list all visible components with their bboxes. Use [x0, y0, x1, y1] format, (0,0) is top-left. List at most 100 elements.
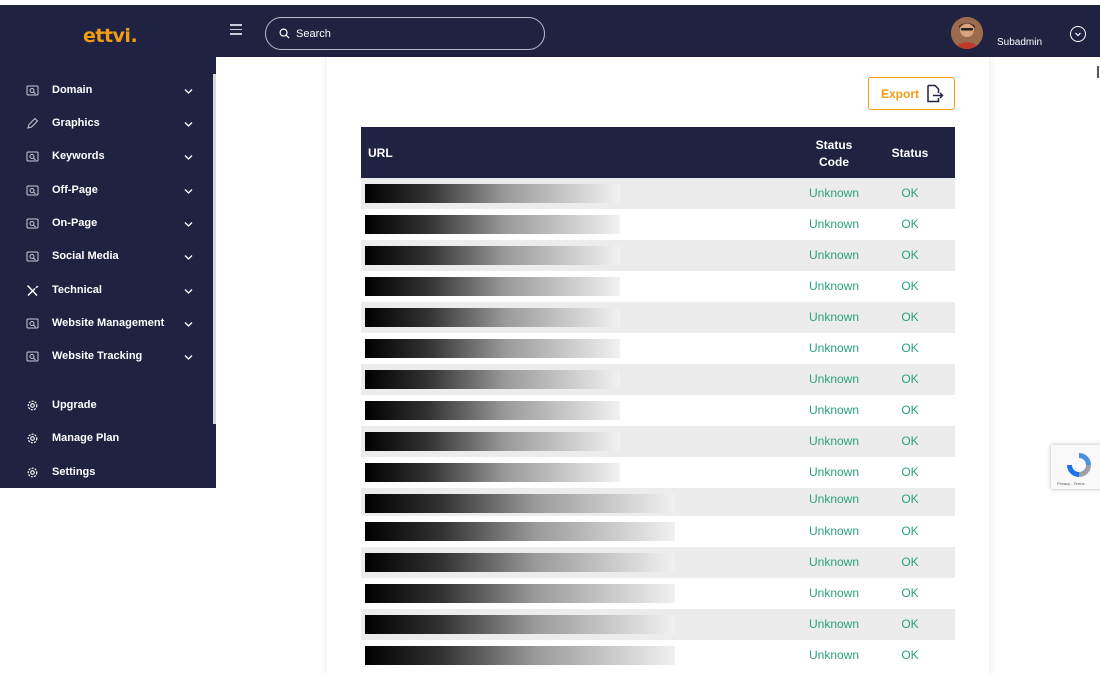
url-cell-redacted[interactable]	[365, 615, 675, 634]
chevron-down-icon[interactable]	[184, 352, 193, 360]
chevron-down-icon[interactable]	[184, 219, 193, 227]
sidebar-item-graphics[interactable]: Graphics	[0, 108, 213, 138]
table-row[interactable]: Unknown OK	[361, 240, 955, 271]
sidebar-item-label: Social Media	[52, 250, 119, 262]
table-row[interactable]: Unknown OK	[361, 209, 955, 240]
url-cell-redacted[interactable]	[365, 308, 620, 327]
table-body: Unknown OK Unknown OK Unknown OK Unknown OK Unkn…	[361, 178, 955, 671]
sidebar-item-social-media[interactable]: Social Media	[0, 241, 213, 271]
sidebar-item-label: Website Tracking	[52, 350, 143, 362]
sidebar-item-keywords[interactable]: Keywords	[0, 141, 213, 171]
sidebar-item-technical[interactable]: Technical	[0, 275, 213, 305]
logo[interactable]: ettvi.	[83, 25, 138, 47]
status-cell: OK	[901, 617, 919, 631]
header-status[interactable]: Status	[877, 146, 943, 160]
status-cell: OK	[901, 341, 919, 355]
status-cell: OK	[901, 524, 919, 538]
export-icon	[927, 84, 944, 103]
user-menu-chevron-icon[interactable]	[1070, 26, 1086, 42]
url-cell-redacted[interactable]	[365, 584, 675, 603]
table-row[interactable]: Unknown OK	[361, 178, 955, 209]
url-cell-redacted[interactable]	[365, 522, 675, 541]
url-cell-redacted[interactable]	[365, 246, 620, 265]
url-cell-redacted[interactable]	[365, 494, 675, 513]
status-cell: OK	[901, 186, 919, 200]
recaptcha-badge[interactable]: Privacy - Terms	[1051, 445, 1100, 489]
status-cell: OK	[901, 279, 919, 293]
header-status-code[interactable]: Status Code	[801, 137, 867, 171]
chevron-down-icon[interactable]	[184, 152, 193, 160]
url-cell-redacted[interactable]	[365, 370, 620, 389]
search-doc-icon	[26, 350, 39, 363]
status-cell: OK	[901, 586, 919, 600]
table-row[interactable]: Unknown OK	[361, 395, 955, 426]
sidebar-item-label: Domain	[52, 84, 93, 96]
sidebar-item-label: Settings	[52, 466, 96, 478]
sidebar-item-domain[interactable]: Domain	[0, 75, 213, 105]
sidebar-scrollbar[interactable]	[213, 74, 216, 424]
url-cell-redacted[interactable]	[365, 184, 620, 203]
sidebar-item-manage-plan[interactable]: Manage Plan	[0, 423, 213, 453]
table-row[interactable]: Unknown OK	[361, 271, 955, 302]
status-code-cell: Unknown	[808, 586, 860, 600]
status-cell: OK	[901, 555, 919, 569]
status-code-cell: Unknown	[808, 248, 860, 262]
avatar[interactable]	[951, 17, 983, 49]
table-row[interactable]: Unknown OK	[361, 488, 955, 516]
chevron-down-icon[interactable]	[184, 119, 193, 127]
sidebar-item-upgrade[interactable]: Upgrade	[0, 390, 213, 420]
table-row[interactable]: Unknown OK	[361, 578, 955, 609]
export-button[interactable]: Export	[868, 77, 955, 110]
sidebar-item-website-tracking[interactable]: Website Tracking	[0, 341, 213, 371]
status-cell: OK	[901, 648, 919, 662]
export-label: Export	[881, 86, 920, 101]
header-status-code-line1: Status	[815, 138, 853, 152]
url-cell-redacted[interactable]	[365, 646, 675, 665]
page-scrollbar[interactable]	[1097, 66, 1099, 78]
recaptcha-footer[interactable]: Privacy - Terms	[1057, 481, 1084, 486]
chevron-down-icon[interactable]	[184, 186, 193, 194]
table-row[interactable]: Unknown OK	[361, 516, 955, 547]
table-row[interactable]: Unknown OK	[361, 547, 955, 578]
sidebar-item-website-management[interactable]: Website Management	[0, 308, 213, 338]
url-cell-redacted[interactable]	[365, 463, 620, 482]
gear-icon	[26, 466, 39, 479]
search-doc-icon	[26, 317, 39, 330]
sidebar-item-label: Technical	[52, 284, 102, 296]
status-code-cell: Unknown	[808, 217, 860, 231]
chevron-down-icon[interactable]	[184, 286, 193, 294]
url-cell-redacted[interactable]	[365, 432, 620, 451]
url-cell-redacted[interactable]	[365, 215, 620, 234]
header-status-code-line2: Code	[819, 155, 849, 169]
search-box[interactable]	[265, 17, 545, 50]
search-input[interactable]	[296, 27, 516, 40]
gear-icon	[26, 432, 39, 445]
url-cell-redacted[interactable]	[365, 401, 620, 420]
chevron-down-icon[interactable]	[184, 252, 193, 260]
search-icon	[279, 28, 290, 39]
table-row[interactable]: Unknown OK	[361, 364, 955, 395]
search-doc-icon	[26, 150, 39, 163]
status-cell: OK	[901, 248, 919, 262]
url-cell-redacted[interactable]	[365, 553, 675, 572]
sidebar-item-label: Upgrade	[52, 399, 97, 411]
chevron-down-icon[interactable]	[184, 319, 193, 327]
table-row[interactable]: Unknown OK	[361, 609, 955, 640]
status-code-cell: Unknown	[808, 617, 860, 631]
username[interactable]: Subadmin	[997, 37, 1042, 48]
table-row[interactable]: Unknown OK	[361, 426, 955, 457]
table-row[interactable]: Unknown OK	[361, 333, 955, 364]
sidebar-item-settings[interactable]: Settings	[0, 457, 213, 487]
status-code-cell: Unknown	[808, 465, 860, 479]
status-cell: OK	[901, 372, 919, 386]
sidebar-item-on-page[interactable]: On-Page	[0, 208, 213, 238]
table-row[interactable]: Unknown OK	[361, 302, 955, 333]
table-row[interactable]: Unknown OK	[361, 640, 955, 671]
url-cell-redacted[interactable]	[365, 339, 620, 358]
url-cell-redacted[interactable]	[365, 277, 620, 296]
sidebar-item-off-page[interactable]: Off-Page	[0, 175, 213, 205]
menu-toggle-icon[interactable]	[230, 24, 242, 35]
table-row[interactable]: Unknown OK	[361, 457, 955, 488]
chevron-down-icon[interactable]	[184, 86, 193, 94]
header-url[interactable]: URL	[368, 146, 393, 160]
